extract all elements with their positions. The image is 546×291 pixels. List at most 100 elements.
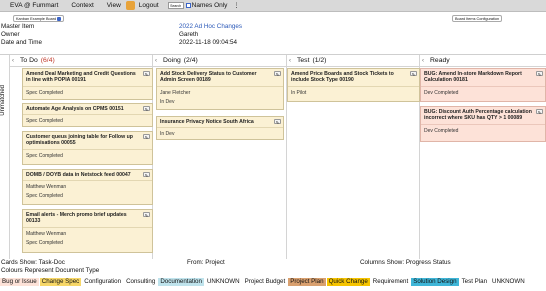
edit-icon[interactable]: ✎ (143, 134, 150, 140)
task-card[interactable]: Insurance Privacy Notice South Africa In… (156, 116, 284, 140)
menu-context[interactable]: Context (71, 2, 93, 9)
card-status: Spec Completed (26, 193, 63, 200)
column-doing: ‹ Doing (2/4) Add Stock Delivery Status … (153, 55, 287, 259)
card-status: In Pilot (291, 89, 307, 96)
card-title: Amend Price Boards and Stock Tickets to … (291, 71, 394, 84)
edit-icon[interactable]: ✎ (410, 71, 417, 77)
card-status: Spec Completed (26, 118, 63, 125)
column-header-doing[interactable]: ‹ Doing (2/4) (153, 55, 286, 67)
card-title: Insurance Privacy Notice South Africa (160, 119, 254, 125)
kanban-board-label: Kanban Example Board (16, 17, 57, 21)
legend-item: Configuration (84, 277, 122, 285)
task-card[interactable]: DOMB / DOYB data in Netstock feed 00047 … (22, 169, 153, 205)
swimlane-label: Unmatched (0, 85, 6, 116)
names-only-label: Names Only (191, 2, 228, 9)
swimlane-unmatched: Unmatched (0, 55, 10, 259)
column-header-todo[interactable]: ‹ To Do (6/4) (10, 55, 152, 67)
edit-icon[interactable]: ✎ (536, 109, 543, 115)
edit-icon[interactable]: ✎ (274, 119, 281, 125)
card-title: BUG: Amend In-store Markdown Report Calc… (424, 71, 522, 84)
edit-icon[interactable]: ✎ (143, 71, 150, 77)
datetime-label: Date and Time (1, 39, 42, 46)
card-status: In Dev (160, 131, 175, 138)
owner-label: Owner (1, 31, 20, 38)
task-card[interactable]: Customer queus joining table for Follow … (22, 131, 153, 165)
edit-icon[interactable]: ✎ (143, 106, 150, 112)
column-ready: ‹ Ready BUG: Amend In-store Markdown Rep… (420, 55, 546, 259)
kebab-menu-icon[interactable]: ⋮ (233, 2, 239, 9)
card-title: Add Stock Delivery Status to Customer Ad… (160, 71, 257, 84)
legend-item: Test Plan (461, 277, 488, 285)
card-divider (23, 114, 152, 116)
legend-item: Requirement (372, 277, 409, 285)
edit-icon[interactable]: ✎ (536, 71, 543, 77)
cards-show-label: Cards Show: Task-Doc (1, 259, 65, 266)
app-icon (125, 1, 135, 10)
legend-item: Solution Design (411, 277, 459, 286)
card-assignee: Jane Fletcher (160, 89, 191, 96)
column-todo: ‹ To Do (6/4) Amend Deal Marketing and C… (10, 55, 153, 259)
card-assignee: Matthew Wenman (26, 184, 67, 191)
card-title: Amend Deal Marketing and Credit Question… (26, 71, 136, 84)
menu-app-title[interactable]: EVA @ Fummart (10, 2, 58, 9)
menu-logout[interactable]: Logout (139, 2, 159, 9)
column-count: (2/4) (183, 57, 198, 64)
column-count: (1/2) (312, 57, 327, 64)
datetime-value: 2022-11-18 09:04:54 (179, 39, 238, 46)
card-title: DOMB / DOYB data in Netstock feed 00047 (26, 172, 131, 178)
column-title: To Do (20, 57, 38, 64)
task-card[interactable]: Amend Price Boards and Stock Tickets to … (287, 68, 420, 102)
bug-card[interactable]: BUG: Amend In-store Markdown Report Calc… (420, 68, 546, 102)
collapse-chevron-icon[interactable]: ‹ (12, 58, 17, 64)
card-divider (23, 226, 152, 228)
collapse-chevron-icon[interactable]: ‹ (155, 58, 160, 64)
master-item-label: Master Item (1, 23, 35, 30)
owner-value: Gareth (179, 31, 199, 38)
collapse-chevron-icon[interactable]: ‹ (422, 58, 427, 64)
legend-item: Consulting (126, 277, 156, 285)
legend-item: UNKNOWN (492, 277, 525, 285)
column-title: Test (297, 57, 310, 64)
edit-icon[interactable]: ✎ (143, 212, 150, 218)
from-label: From: Project (187, 259, 225, 266)
board-footer: Cards Show: Task-Doc From: Project Colum… (0, 259, 546, 275)
card-title: Email alerts - Merch promo brief updates… (26, 212, 127, 225)
master-item-link[interactable]: 2022 Ad Hoc Changes (179, 23, 242, 31)
legend-item: Quick Change (326, 277, 370, 286)
task-card[interactable]: Amend Deal Marketing and Credit Question… (22, 68, 153, 100)
task-card[interactable]: Email alerts - Merch promo brief updates… (22, 209, 153, 253)
menu-view[interactable]: View (107, 2, 121, 9)
edit-icon[interactable]: ✎ (274, 71, 281, 77)
card-status: Dev Completed (424, 89, 459, 96)
legend-item: UNKNOWN (206, 277, 240, 285)
card-divider (288, 85, 419, 87)
dropdown-icon (57, 17, 62, 21)
colour-legend: Bug or Issue Change Spec Configuration Cons… (0, 277, 546, 286)
card-status: Spec Completed (26, 89, 63, 96)
column-title: Ready (430, 57, 450, 64)
colours-represent-label: Colours Represent Document Type (1, 267, 100, 274)
task-card[interactable]: Automate Age Analysis on CPMS 00151 Spec… (22, 103, 153, 127)
kanban-board-select[interactable]: Kanban Example Board (13, 15, 65, 22)
card-divider (157, 127, 283, 129)
card-status: Dev Completed (424, 127, 459, 134)
card-title: BUG: Discount Auth Percentage calculatio… (424, 109, 532, 122)
bug-card[interactable]: BUG: Discount Auth Percentage calculatio… (420, 106, 546, 142)
column-header-test[interactable]: ‹ Test (1/2) (287, 55, 419, 67)
kanban-board: Unmatched ‹ To Do (6/4) Amend Deal Marke… (0, 54, 546, 259)
column-test: ‹ Test (1/2) Amend Price Boards and Stoc… (287, 55, 420, 259)
card-title: Customer queus joining table for Follow … (26, 134, 133, 147)
names-only-checkbox[interactable] (185, 3, 191, 8)
collapse-chevron-icon[interactable]: ‹ (289, 58, 294, 64)
column-header-ready[interactable]: ‹ Ready (420, 55, 546, 67)
edit-icon[interactable]: ✎ (143, 172, 150, 178)
menu-bar: EVA @ Fummart Context View Logout Search… (0, 0, 546, 12)
legend-item: Bug or Issue (0, 277, 39, 286)
legend-item: Project Plan (288, 277, 326, 286)
column-title: Doing (163, 57, 181, 64)
board-config-button[interactable]: Board Items Configuration (452, 15, 503, 22)
search-input[interactable]: Search (167, 2, 184, 9)
task-card[interactable]: Add Stock Delivery Status to Customer Ad… (156, 68, 284, 110)
card-divider (23, 85, 152, 87)
card-status: Spec Completed (26, 152, 63, 159)
